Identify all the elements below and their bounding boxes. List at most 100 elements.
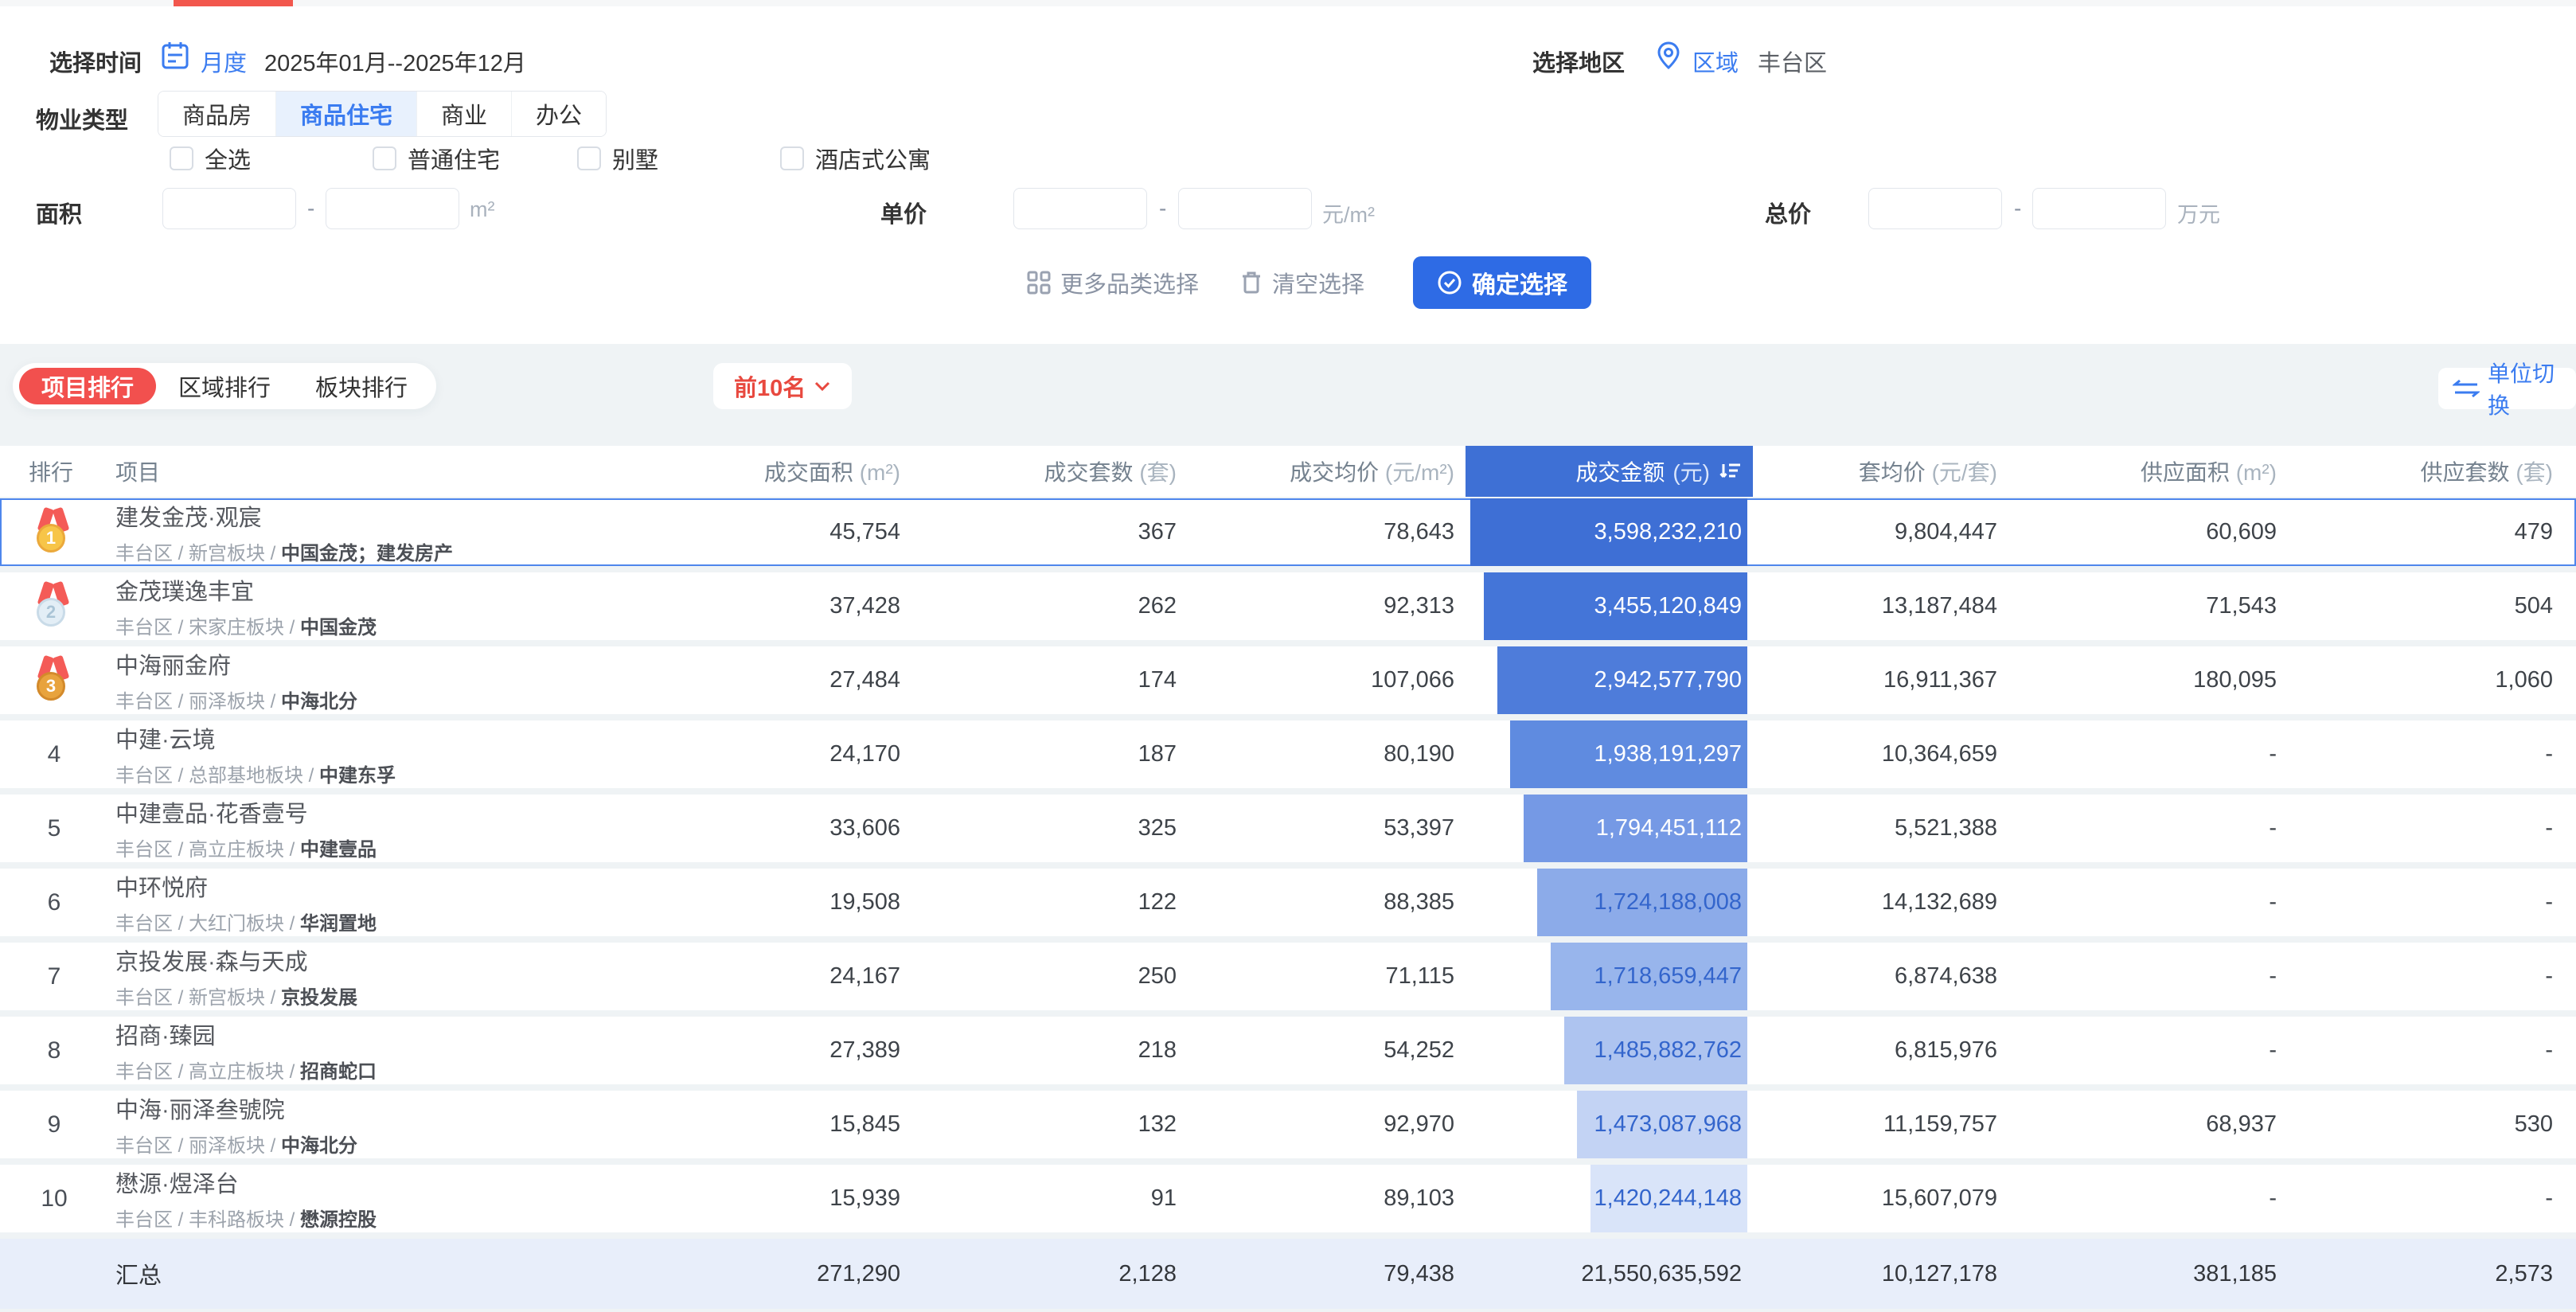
table-header: 排行 项目 成交面积 (m²) 成交套数 (套) 成交均价 (元/m²) 成交金… (0, 446, 2576, 497)
unit-avg-price-value: 15,607,079 (1881, 1185, 1997, 1211)
confirm-selection-button[interactable]: 确定选择 (1413, 256, 1591, 309)
project-cell[interactable]: 中建·云境 丰台区 / 总部基地板块 / 中建东孚 (92, 720, 557, 788)
total-price-max-input[interactable] (2032, 188, 2166, 229)
checkbox-select-all[interactable]: 全选 (170, 142, 251, 175)
project-location: 丰台区 / 丽泽板块 / 中海北分 (115, 1135, 358, 1157)
property-tab-office[interactable]: 办公 (511, 92, 607, 136)
project-developer: 中海北分 (281, 691, 358, 713)
clear-selection-button[interactable]: 清空选择 (1240, 266, 1364, 299)
project-name[interactable]: 中建·云境 (115, 721, 216, 755)
supply-area-value: - (2269, 741, 2277, 767)
checkbox-serviced-apartment[interactable]: 酒店式公寓 (780, 142, 931, 175)
project-cell[interactable]: 懋源·煜泽台丰台区 / 丰科路板块 / 懋源控股 (92, 1165, 557, 1232)
project-developer: 中国金茂；建发房产 (281, 543, 454, 564)
project-cell[interactable]: 金茂璞逸丰宜 丰台区 / 宋家庄板块 / 中国金茂 (92, 572, 557, 640)
table-row[interactable]: 8 招商·臻园 丰台区 / 高立庄板块 / 招商蛇口 27,389 218 54,252 1… (0, 1017, 2576, 1084)
project-name[interactable]: 中建壹品·花香壹号 (115, 795, 308, 829)
property-tab-commercial[interactable]: 商业 (416, 92, 512, 136)
column-header-deal-avg-price[interactable]: 成交均价 (元/m²) (1188, 455, 1466, 487)
table-row[interactable]: 4 中建·云境 丰台区 / 总部基地板块 / 中建东孚 24,170 187 80,190… (0, 720, 2576, 788)
column-header-deal-units[interactable]: 成交套数 (套) (911, 455, 1188, 487)
region-filter-label: 选择地区 (1532, 51, 1626, 76)
rank-cell: 5 (0, 795, 92, 862)
checkbox-villa[interactable]: 别墅 (577, 142, 658, 175)
table-row[interactable]: 10 懋源·煜泽台 丰台区 / 丰科路板块 / 懋源控股 15,939 91 89,103… (0, 1165, 2576, 1232)
project-cell[interactable]: 中海丽金府丰台区 / 丽泽板块 / 中海北分 (92, 646, 557, 714)
deal-amount-value: 1,420,244,148 (1594, 1185, 1742, 1211)
project-cell[interactable]: 中环悦府 丰台区 / 大红门板块 / 华润置地 (92, 869, 557, 936)
project-name[interactable]: 中海·丽泽叁號院 (115, 1091, 285, 1125)
project-location: 丰台区 / 丰科路板块 / 懋源控股 (115, 1209, 377, 1231)
table-row[interactable]: 3 中海丽金府 丰台区 / 丽泽板块 / 中海北分 27,484 174 107,066 2… (0, 646, 2576, 714)
project-cell[interactable]: 中建壹品·花香壹号 丰台区 / 高立庄板块 / 中建壹品 (92, 795, 557, 862)
table-row[interactable]: 9 中海·丽泽叁號院 丰台区 / 丽泽板块 / 中海北分 15,845 132 92,97… (0, 1091, 2576, 1158)
deal-area-value: 45,754 (829, 519, 900, 545)
unit-price-max-input[interactable] (1178, 188, 1312, 229)
project-location: 丰台区 / 新宫板块 / 中国金茂；建发房产 (115, 543, 454, 564)
project-name[interactable]: 招商·臻园 (115, 1017, 216, 1051)
deal-amount-value: 2,942,577,790 (1594, 667, 1742, 693)
property-tab-commodity[interactable]: 商品房 (158, 92, 276, 136)
deal-amount-cell: 3,598,232,210 (1466, 498, 1753, 566)
supply-units-value: 504 (2514, 593, 2553, 619)
table-row[interactable]: 6 中环悦府 丰台区 / 大红门板块 / 华润置地 19,508 122 88,385 1,… (0, 869, 2576, 936)
unit-avg-price-value: 6,874,638 (1894, 963, 1997, 989)
time-granularity-link[interactable]: 月度 (201, 45, 247, 78)
checkbox-icon (780, 146, 804, 170)
region-type-link[interactable]: 区域 (1692, 45, 1739, 78)
project-cell[interactable]: 中海·丽泽叁號院丰台区 / 丽泽板块 / 中海北分 (92, 1091, 557, 1158)
supply-area-value: 68,937 (2206, 1111, 2277, 1137)
project-name[interactable]: 京投发展·森与天成 (115, 943, 308, 977)
project-name[interactable]: 建发金茂·观宸 (115, 499, 262, 533)
column-header-unit-avg-price[interactable]: 套均价 (元/套) (1753, 455, 2008, 487)
project-cell[interactable]: 京投发展·森与天成 丰台区 / 新宫板块 / 京投发展 (92, 943, 557, 1010)
table-row[interactable]: 7 京投发展·森与天成 丰台区 / 新宫板块 / 京投发展 24,167 250 71,1… (0, 943, 2576, 1010)
total-price-filter-label: 总价 (1765, 202, 1812, 228)
tab-district-ranking[interactable]: 区域排行 (156, 368, 293, 404)
top-n-dropdown[interactable]: 前10名 (713, 363, 853, 409)
summary-deal-amount: 21,550,635,592 (1581, 1260, 1742, 1287)
tab-block-ranking[interactable]: 板块排行 (293, 368, 430, 404)
project-cell[interactable]: 建发金茂·观宸丰台区 / 新宫板块 / 中国金茂；建发房产 (92, 498, 557, 566)
column-header-deal-amount-sorted[interactable]: 成交金额 (元) (1466, 446, 1753, 497)
column-header-deal-area[interactable]: 成交面积 (m²) (557, 455, 911, 487)
project-name[interactable]: 中海丽金府 (115, 647, 231, 681)
summary-unit-avg-price: 10,127,178 (1881, 1260, 1997, 1287)
column-header-supply-area[interactable]: 供应面积 (m²) (2008, 455, 2288, 487)
column-header-rank: 排行 (29, 460, 74, 485)
calendar-icon[interactable] (162, 41, 189, 70)
rank-number: 10 (41, 1185, 68, 1212)
deal-units-value: 250 (1138, 963, 1177, 989)
summary-deal-units: 2,128 (1118, 1260, 1177, 1287)
property-tab-residential[interactable]: 商品住宅 (275, 92, 417, 136)
location-pin-icon[interactable] (1656, 41, 1681, 71)
project-name[interactable]: 金茂璞逸丰宜 (115, 573, 254, 607)
time-range-value[interactable]: 2025年01月--2025年12月 (264, 45, 526, 78)
supply-units-value: 1,060 (2495, 667, 2553, 693)
unit-switch-button[interactable]: 单位切换 (2438, 361, 2576, 418)
checkbox-ordinary-residential[interactable]: 普通住宅 (373, 142, 500, 175)
deal-amount-value: 1,485,882,762 (1594, 1037, 1742, 1063)
more-categories-button[interactable]: 更多品类选择 (1027, 266, 1199, 299)
table-row[interactable]: 5 中建壹品·花香壹号 丰台区 / 高立庄板块 / 中建壹品 33,606 325 53,… (0, 795, 2576, 862)
checkbox-icon (170, 146, 193, 170)
unit-price-min-input[interactable] (1013, 188, 1147, 229)
project-location: 丰台区 / 丽泽板块 / 中海北分 (115, 691, 358, 713)
tab-project-ranking[interactable]: 项目排行 (19, 368, 157, 404)
project-cell[interactable]: 招商·臻园 丰台区 / 高立庄板块 / 招商蛇口 (92, 1017, 557, 1084)
deal-amount-cell: 1,420,244,148 (1466, 1165, 1753, 1232)
project-developer: 中建壹品 (300, 839, 377, 861)
table-row[interactable]: 1 建发金茂·观宸 丰台区 / 新宫板块 / 中国金茂；建发房产 45,754 367 7… (0, 498, 2576, 566)
deal-area-value: 24,170 (829, 741, 900, 767)
area-min-input[interactable] (162, 188, 296, 229)
total-price-min-input[interactable] (1868, 188, 2002, 229)
table-row[interactable]: 2 金茂璞逸丰宜 丰台区 / 宋家庄板块 / 中国金茂 37,428 262 92,313… (0, 572, 2576, 640)
project-name[interactable]: 中环悦府 (115, 869, 208, 903)
column-header-supply-units[interactable]: 供应套数 (套) (2288, 455, 2576, 487)
region-value[interactable]: 丰台区 (1758, 45, 1827, 78)
rank-number: 5 (47, 814, 61, 841)
project-name[interactable]: 懋源·煜泽台 (115, 1166, 239, 1199)
summary-deal-avg-price: 79,438 (1384, 1260, 1454, 1287)
area-max-input[interactable] (326, 188, 459, 229)
unit-avg-price-value: 6,815,976 (1894, 1037, 1997, 1063)
